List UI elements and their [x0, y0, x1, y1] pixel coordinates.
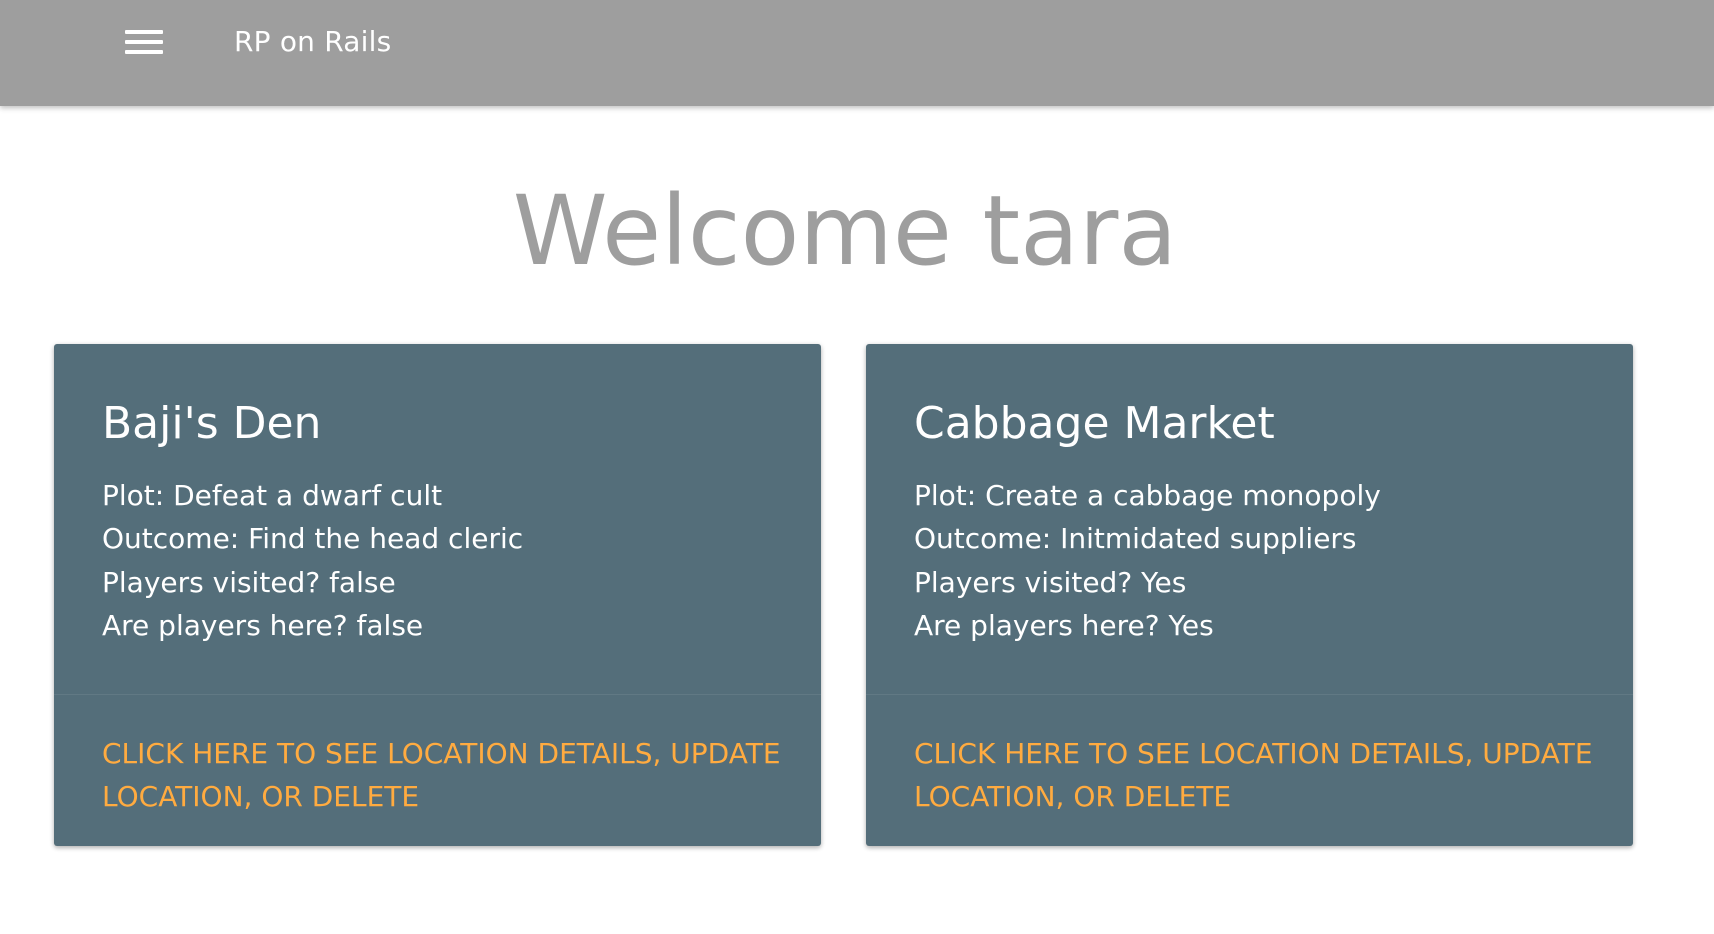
card-content: Cabbage Market Plot: Create a cabbage mo…: [866, 344, 1633, 695]
card-outcome: Outcome: Initmidated suppliers: [914, 522, 1357, 555]
card-plot: Plot: Defeat a dwarf cult: [102, 479, 443, 512]
location-details-link[interactable]: CLICK HERE TO SEE LOCATION DETAILS, UPDA…: [914, 732, 1604, 818]
location-card: Baji's Den Plot: Defeat a dwarf cult Out…: [54, 344, 821, 846]
menu-bar-middle: [125, 40, 163, 44]
card-title: Cabbage Market: [914, 398, 1275, 449]
hamburger-menu-icon[interactable]: [116, 22, 172, 62]
brand-logo-link[interactable]: RP on Rails: [234, 24, 391, 60]
card-title: Baji's Den: [102, 398, 322, 449]
card-players-here: Are players here? Yes: [914, 609, 1214, 642]
menu-bar-bottom: [125, 50, 163, 54]
card-players-visited: Players visited? false: [102, 566, 396, 599]
card-outcome: Outcome: Find the head cleric: [102, 522, 524, 555]
card-players-here: Are players here? false: [102, 609, 424, 642]
menu-bar-top: [125, 30, 163, 34]
location-card: Cabbage Market Plot: Create a cabbage mo…: [866, 344, 1633, 846]
card-players-visited: Players visited? Yes: [914, 566, 1187, 599]
card-plot: Plot: Create a cabbage monopoly: [914, 479, 1381, 512]
welcome-heading: Welcome tara: [512, 175, 1178, 287]
card-content: Baji's Den Plot: Defeat a dwarf cult Out…: [54, 344, 821, 695]
location-details-link[interactable]: CLICK HERE TO SEE LOCATION DETAILS, UPDA…: [102, 732, 792, 818]
top-navbar: RP on Rails: [0, 0, 1714, 106]
